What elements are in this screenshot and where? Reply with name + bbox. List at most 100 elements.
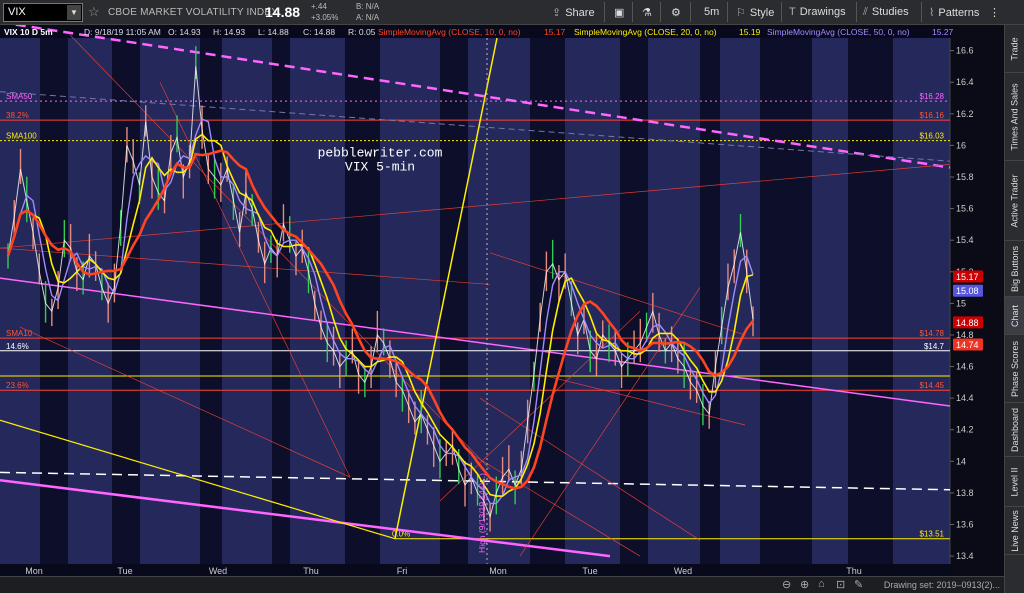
side-tab-active-trader[interactable]: Active Trader	[1005, 161, 1024, 241]
patterns-icon: ⌇	[929, 7, 935, 19]
style-button[interactable]: ⚐ Style	[736, 6, 774, 19]
y-tick-label: 15	[956, 298, 966, 308]
side-tab-times-and-sales[interactable]: Times And Sales	[1005, 73, 1024, 161]
price-badge-label: 14.74	[956, 340, 979, 350]
symbol-description: CBOE MARKET VOLATILITY INDEX	[108, 7, 279, 18]
symbol-input[interactable]: VIX ▼	[3, 3, 83, 22]
chevron-down-icon[interactable]: ▼	[67, 5, 81, 20]
y-tick-label: 14.6	[956, 362, 974, 372]
clipboard-icon[interactable]: ▣	[614, 6, 624, 19]
level-label: 14.6%	[6, 342, 29, 351]
side-tab-phase-scores[interactable]: Phase Scores	[1005, 335, 1024, 403]
studies-button[interactable]: ⫽ Studies	[863, 6, 909, 19]
high-annotation: High (9/13/19 14:0...)	[477, 473, 487, 553]
session-band	[760, 38, 812, 564]
gear-icon[interactable]: ⚙	[671, 6, 681, 19]
status-datetime: D: 9/18/19 11:05 AM	[84, 27, 161, 37]
back-icon[interactable]: ⊖	[782, 578, 791, 591]
level-label: SMA10	[6, 329, 33, 338]
more-icon[interactable]: ⋮	[989, 6, 1000, 19]
y-tick-label: 15.4	[956, 235, 974, 245]
status-low: L: 14.88	[258, 27, 289, 37]
forward-icon[interactable]: ⊕	[800, 578, 809, 591]
side-tab-big-buttons[interactable]: Big Buttons	[1005, 241, 1024, 297]
session-band	[812, 38, 848, 564]
session-band	[380, 38, 440, 564]
star-icon[interactable]: ☆	[88, 4, 100, 20]
toolbar-divider	[921, 2, 922, 22]
x-tick-label: Tue	[117, 566, 132, 576]
toolbar-divider	[690, 2, 691, 22]
y-tick-label: 14.4	[956, 393, 974, 403]
studies-icon: ⫽	[863, 6, 868, 18]
pencil-icon[interactable]: ✎	[854, 578, 863, 591]
drawings-button[interactable]: T Drawings	[789, 6, 846, 18]
level-price-tag: $16.16	[920, 111, 945, 120]
drawing-set-label[interactable]: Drawing set: 2019–0913(2)...	[884, 580, 1000, 590]
toolbar-divider	[856, 2, 857, 22]
sma50-label: SimpleMovingAvg (CLOSE, 50, 0, no)	[767, 27, 910, 37]
session-band	[565, 38, 620, 564]
last-price: 14.88	[265, 4, 301, 20]
studies-label: Studies	[871, 6, 909, 18]
side-tab-label: Live News	[1010, 509, 1021, 552]
flask-icon[interactable]: ⚗	[642, 6, 652, 19]
style-icon: ⚐	[736, 7, 746, 19]
level-label: SMA50	[6, 92, 33, 101]
y-tick-label: 14	[956, 456, 966, 466]
bid-ask: B: N/A A: N/A	[356, 1, 379, 23]
share-icon: ⇪	[552, 7, 562, 19]
share-button[interactable]: ⇪ Share	[552, 6, 595, 19]
y-tick-label: 15.6	[956, 204, 974, 214]
y-tick-label: 15.8	[956, 172, 974, 182]
x-tick-label: Tue	[582, 566, 597, 576]
side-tab-label: Chart	[1010, 304, 1021, 327]
session-band	[272, 38, 290, 564]
share-label: Share	[565, 7, 595, 19]
level-price-tag: $14.78	[920, 329, 945, 338]
x-tick-label: Fri	[397, 566, 408, 576]
patterns-button[interactable]: ⌇ Patterns	[929, 6, 979, 19]
chart-header: VIX 10 D 5m	[4, 27, 53, 37]
camera-icon[interactable]: ⊡	[836, 578, 845, 591]
price-change: +.44 +3.05%	[311, 1, 338, 23]
side-tab-label: Active Trader	[1010, 173, 1020, 228]
side-tab-strip: Trade Times And Sales Active Trader Big But…	[1004, 25, 1024, 593]
side-tab-level-ii[interactable]: Level II	[1005, 457, 1024, 507]
sma50-value: 15.27	[932, 27, 954, 37]
side-tab-chart[interactable]: Chart	[1005, 297, 1024, 335]
session-band	[222, 38, 272, 564]
price-chart[interactable]: 13.413.613.81414.214.414.614.81515.215.4…	[0, 25, 1004, 576]
y-tick-label: 13.6	[956, 520, 974, 530]
home-icon[interactable]: ⌂	[818, 578, 825, 590]
ask-value: A: N/A	[356, 13, 380, 22]
session-band	[200, 38, 222, 564]
sma20-label: SimpleMovingAvg (CLOSE, 20, 0, no)	[574, 27, 717, 37]
y-tick-label: 14.2	[956, 425, 974, 435]
session-band	[290, 38, 345, 564]
session-band	[68, 38, 112, 564]
side-tab-dashboard[interactable]: Dashboard	[1005, 403, 1024, 457]
toolbar-divider	[781, 2, 782, 22]
toolbar-divider	[727, 2, 728, 22]
level-price-tag: $16.28	[920, 92, 945, 101]
price-badge-label: 15.08	[956, 286, 979, 296]
drawings-label: Drawings	[799, 6, 846, 18]
symbol-text: VIX	[8, 6, 26, 18]
style-label: Style	[749, 7, 775, 19]
side-tab-label: Times And Sales	[1010, 82, 1021, 151]
timeframe-button[interactable]: 5m	[704, 6, 719, 18]
status-high: H: 14.93	[213, 27, 246, 37]
watermark-line1: pebblewriter.com	[318, 145, 443, 160]
level-label: SMA100	[6, 132, 37, 141]
sma20-value: 15.19	[739, 27, 761, 37]
side-tab-live-news[interactable]: Live News	[1005, 507, 1024, 555]
side-tab-trade[interactable]: Trade	[1005, 25, 1024, 73]
top-toolbar: VIX ▼ ☆ CBOE MARKET VOLATILITY INDEX 14.…	[0, 0, 1024, 25]
x-tick-label: Thu	[303, 566, 319, 576]
level-label: 23.6%	[6, 381, 29, 390]
y-tick-label: 16.6	[956, 46, 974, 56]
side-tab-label: Phase Scores	[1010, 340, 1020, 397]
x-tick-label: Wed	[209, 566, 227, 576]
side-tab-label: Dashboard	[1010, 407, 1020, 452]
